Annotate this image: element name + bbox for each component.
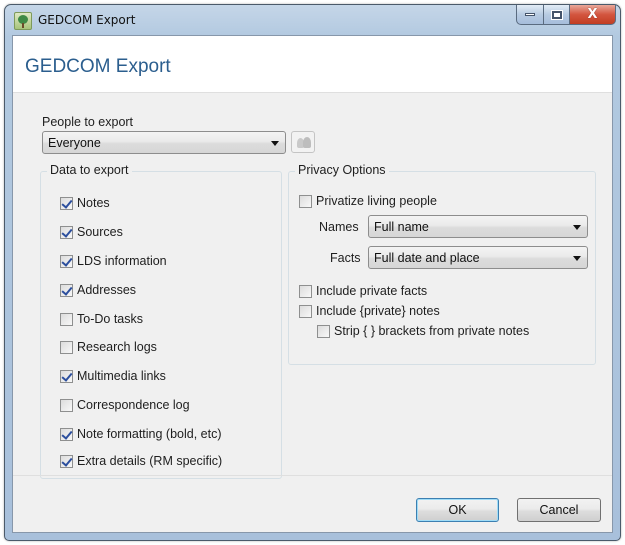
checkbox[interactable] [60, 369, 73, 383]
checkbox-label: Research logs [77, 340, 157, 354]
checkbox[interactable] [60, 225, 73, 239]
facts-label: Facts [330, 251, 361, 265]
checkbox-label: Strip { } brackets from private notes [334, 324, 530, 338]
chevron-down-icon [573, 225, 581, 230]
chevron-down-icon [271, 141, 279, 146]
privacy-options-title: Privacy Options [295, 163, 389, 177]
checkbox-correspondence-log[interactable]: Correspondence log [60, 397, 190, 413]
footer-divider [13, 475, 612, 476]
select-people-button[interactable] [291, 131, 315, 153]
names-value: Full name [374, 220, 429, 234]
people-to-export-label: People to export [42, 115, 134, 129]
header-band: GEDCOM Export [13, 36, 612, 93]
checkbox-label: Include private facts [316, 284, 428, 298]
dialog-heading: GEDCOM Export [25, 56, 171, 77]
facts-value: Full date and place [374, 251, 480, 265]
checkbox-notes[interactable]: Notes [60, 195, 110, 211]
people-to-export-dropdown[interactable]: Everyone [42, 131, 286, 154]
dialog-body: GEDCOM Export People to export Everyone … [12, 35, 613, 533]
close-icon: X [587, 7, 598, 22]
checkbox-label: LDS information [77, 254, 167, 268]
checkbox[interactable] [60, 427, 73, 441]
checkbox-privatize-living-people[interactable]: Privatize living people [299, 193, 437, 209]
checkbox-label: Privatize living people [316, 194, 437, 208]
checkbox-label: Notes [77, 196, 110, 210]
names-dropdown[interactable]: Full name [368, 215, 588, 238]
minimize-button[interactable] [516, 5, 544, 25]
checkbox[interactable] [299, 304, 312, 318]
people-to-export-value: Everyone [48, 136, 101, 150]
caption-buttons: X [516, 5, 616, 25]
checkbox[interactable] [299, 284, 312, 298]
checkbox[interactable] [60, 340, 73, 354]
maximize-button[interactable] [544, 5, 570, 25]
checkbox-lds-information[interactable]: LDS information [60, 253, 167, 269]
ok-button[interactable]: OK [416, 498, 499, 522]
checkbox[interactable] [317, 324, 330, 338]
privacy-options-group: Privacy Options Privatize living people … [288, 163, 596, 365]
checkbox-label: Multimedia links [77, 369, 166, 383]
checkbox[interactable] [299, 194, 312, 208]
checkbox-note-formatting[interactable]: Note formatting (bold, etc) [60, 426, 222, 442]
gedcom-export-window: GEDCOM Export X GEDCOM Export People to … [4, 4, 621, 541]
checkbox-label: Correspondence log [77, 398, 190, 412]
facts-dropdown[interactable]: Full date and place [368, 246, 588, 269]
checkbox[interactable] [60, 454, 73, 468]
family-tree-icon [14, 12, 32, 30]
checkbox-label: Addresses [77, 283, 137, 297]
checkbox[interactable] [60, 254, 73, 268]
checkbox-include-private-facts[interactable]: Include private facts [299, 283, 427, 299]
checkbox-label: Note formatting (bold, etc) [77, 427, 222, 441]
checkbox[interactable] [60, 398, 73, 412]
names-label: Names [319, 220, 359, 234]
checkbox[interactable] [60, 283, 73, 297]
checkbox-addresses[interactable]: Addresses [60, 282, 136, 298]
checkbox-label: Include {private} notes [316, 304, 440, 318]
title-bar[interactable]: GEDCOM Export X [5, 5, 620, 35]
checkbox-include-private-notes[interactable]: Include {private} notes [299, 303, 440, 319]
people-icon-part [303, 137, 311, 148]
minimize-icon [525, 13, 535, 16]
checkbox-sources[interactable]: Sources [60, 224, 123, 240]
data-to-export-group: Data to export Notes Sources LDS informa… [40, 163, 282, 479]
chevron-down-icon [573, 256, 581, 261]
cancel-button[interactable]: Cancel [517, 498, 601, 522]
window-title: GEDCOM Export [38, 13, 136, 27]
checkbox-todo-tasks[interactable]: To-Do tasks [60, 311, 143, 327]
checkbox-label: Extra details (RM specific) [77, 454, 223, 468]
checkbox-multimedia-links[interactable]: Multimedia links [60, 368, 166, 384]
checkbox-label: Sources [77, 225, 123, 239]
checkbox-extra-details[interactable]: Extra details (RM specific) [60, 453, 222, 469]
checkbox[interactable] [60, 196, 73, 210]
checkbox-label: To-Do tasks [77, 312, 143, 326]
checkbox-strip-brackets[interactable]: Strip { } brackets from private notes [317, 323, 529, 339]
checkbox[interactable] [60, 312, 73, 326]
close-button[interactable]: X [570, 5, 616, 25]
data-to-export-title: Data to export [47, 163, 132, 177]
checkbox-research-logs[interactable]: Research logs [60, 339, 157, 355]
maximize-icon [550, 9, 563, 20]
